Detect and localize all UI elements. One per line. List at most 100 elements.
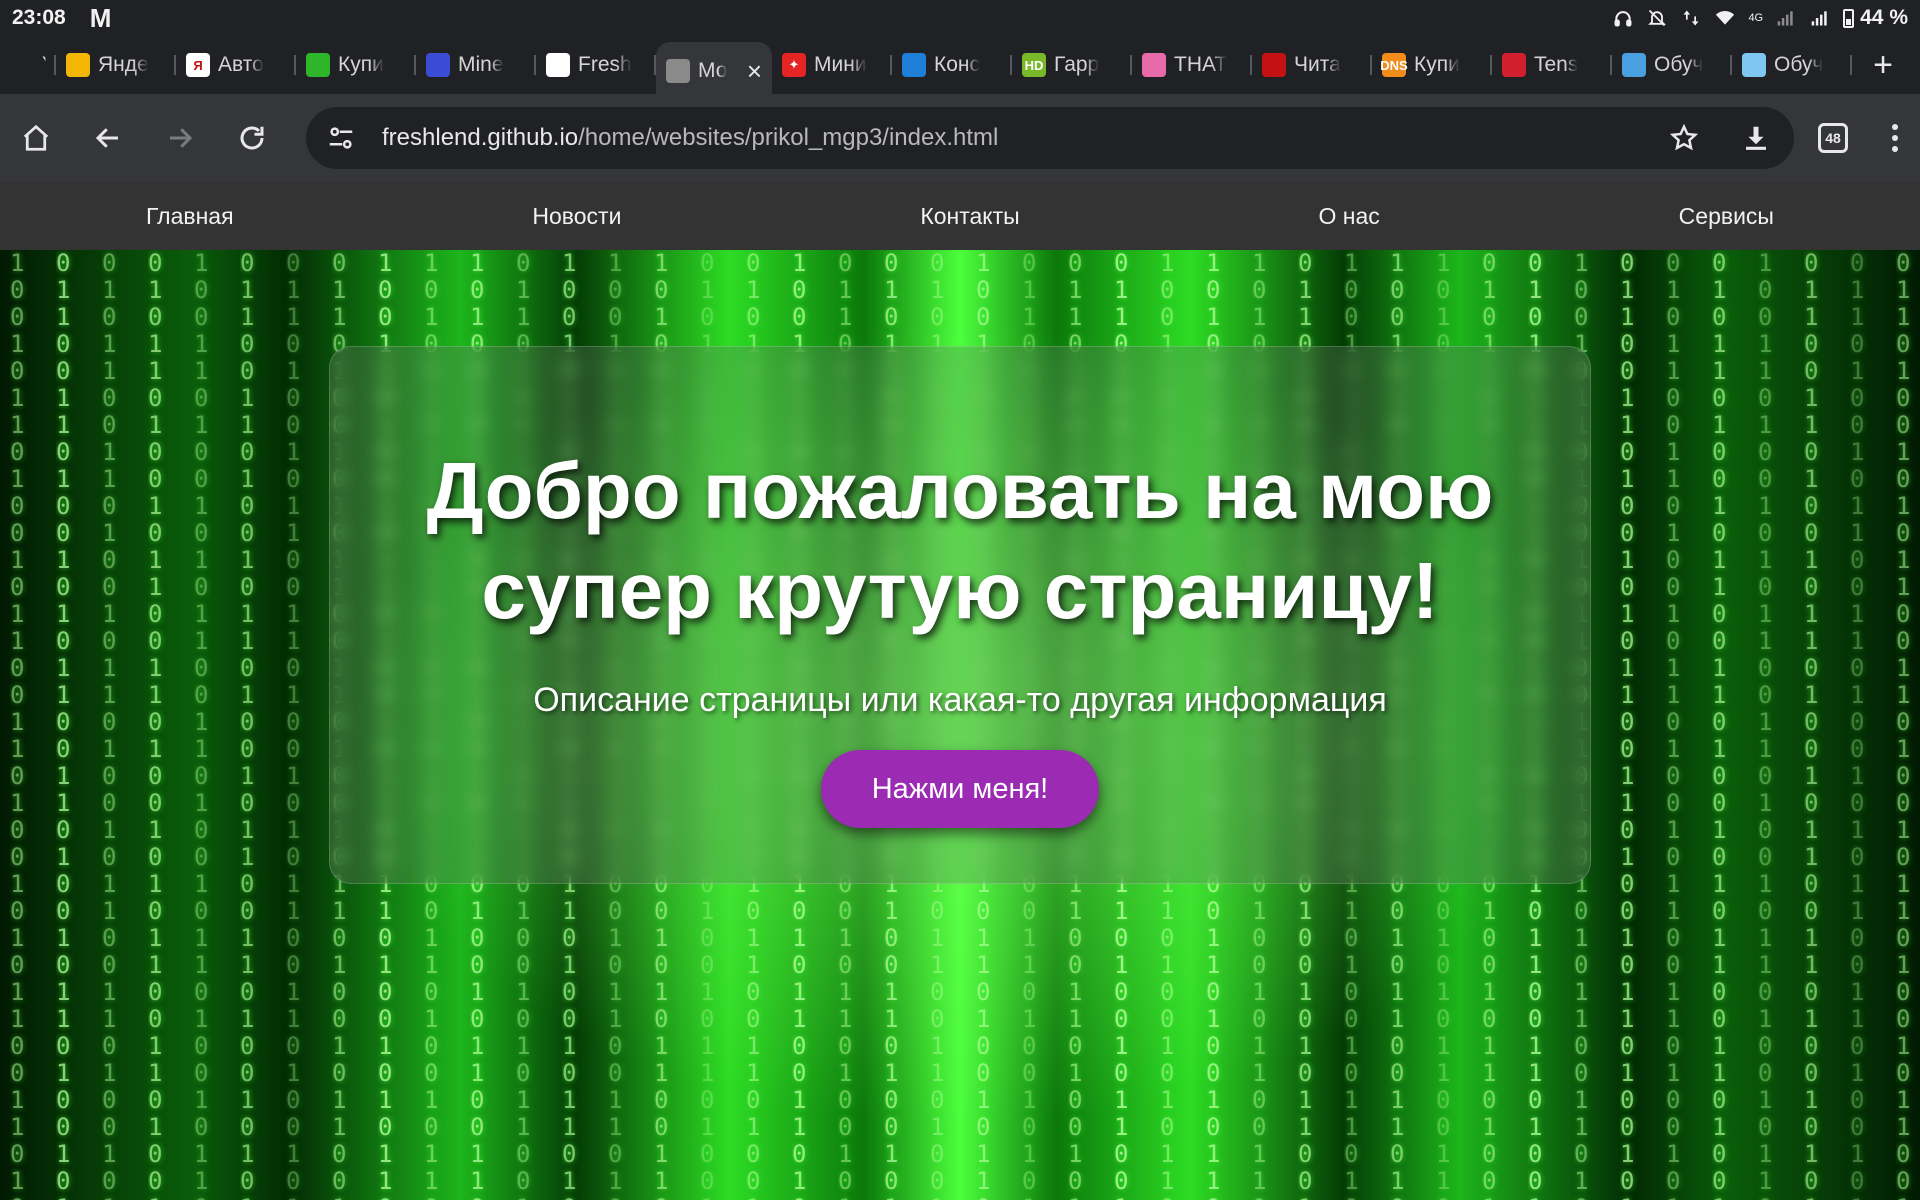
new-tab-icon[interactable]: + bbox=[1860, 42, 1906, 88]
notification-app-icon: M bbox=[89, 2, 112, 33]
bookmark-button[interactable] bbox=[1664, 118, 1704, 158]
matrix-rain-column: 100110100101011001101001011010010110 bbox=[194, 250, 209, 1200]
hero-card: Добро пожаловать на мою супер крутую стр… bbox=[329, 346, 1591, 884]
tab-label: Mine bbox=[458, 53, 504, 76]
tab-label: Купи bbox=[338, 53, 384, 76]
tab-favicon-icon: DNS bbox=[1380, 53, 1408, 77]
tab[interactable]: Fresh bbox=[536, 42, 656, 88]
matrix-rain-column: 011001101001011010010110011010010101 bbox=[1804, 250, 1819, 1200]
battery-percent: 44 % bbox=[1860, 6, 1908, 29]
tab-active[interactable]: Мо × bbox=[656, 42, 772, 94]
nav-link-news[interactable]: Новости bbox=[532, 203, 621, 230]
tab-favicon-icon: Я bbox=[186, 53, 210, 77]
tab[interactable]: YCh bbox=[0, 42, 56, 88]
tab-favicon-icon bbox=[1622, 53, 1646, 77]
address-bar[interactable]: freshlend.github.io/home/websites/prikol… bbox=[306, 107, 1794, 169]
reload-button[interactable] bbox=[230, 116, 274, 160]
forward-button[interactable] bbox=[158, 116, 202, 160]
signal-icon-1 bbox=[1775, 8, 1797, 28]
tab[interactable]: Я Авто bbox=[176, 42, 296, 88]
tab-favicon-icon bbox=[1742, 53, 1766, 77]
tab[interactable]: DNS Купи bbox=[1372, 42, 1492, 88]
browser-toolbar: freshlend.github.io/home/websites/prikol… bbox=[0, 94, 1920, 182]
tab-label: Конс bbox=[934, 53, 981, 76]
tab-label: Мо bbox=[698, 59, 728, 82]
hero-cta-button[interactable]: Нажми меня! bbox=[821, 750, 1099, 828]
matrix-rain-column: 010110011010010110100101100110100101 bbox=[1666, 250, 1681, 1200]
tab-strip: YCh Янде Я Авто Купи Mine Fresh Мо × ✦ Мини Конс HD Г… bbox=[0, 36, 1920, 94]
tab-favicon-icon bbox=[426, 53, 450, 77]
data-transfer-icon bbox=[1680, 8, 1702, 28]
nav-link-services[interactable]: Сервисы bbox=[1679, 203, 1774, 230]
matrix-rain-column: 010110100101100110100101011001101001 bbox=[148, 250, 163, 1200]
back-arrow-icon bbox=[95, 128, 118, 148]
tab-label: Купи bbox=[1414, 53, 1460, 76]
download-icon bbox=[1746, 126, 1766, 150]
matrix-rain-column: 011001101001010110011010010110100101 bbox=[56, 250, 71, 1200]
download-button[interactable] bbox=[1736, 118, 1776, 158]
menu-dots-icon[interactable] bbox=[1892, 124, 1898, 152]
nav-link-contacts[interactable]: Контакты bbox=[920, 203, 1019, 230]
tab[interactable]: Купи bbox=[296, 42, 416, 88]
tab-close-icon[interactable]: × bbox=[747, 56, 762, 87]
site-info-icon[interactable] bbox=[326, 123, 356, 153]
tab-label: Tens bbox=[1534, 53, 1579, 76]
tab-label: YCh bbox=[42, 53, 46, 77]
tab[interactable]: Конс bbox=[892, 42, 1012, 88]
nav-link-home[interactable]: Главная bbox=[146, 203, 234, 230]
tab-label: Авто bbox=[218, 53, 264, 76]
tab-favicon-icon bbox=[306, 53, 330, 77]
matrix-rain-column: 100101101001011001101001010110011010 bbox=[10, 250, 25, 1200]
url-host: freshlend.github.io bbox=[382, 124, 579, 151]
tab[interactable]: THAT bbox=[1132, 42, 1252, 88]
tab-switcher-button[interactable]: 48 bbox=[1818, 123, 1848, 153]
tab-favicon-icon bbox=[666, 59, 690, 83]
matrix-rain-column: 011010010110011010010101100110100101 bbox=[286, 250, 301, 1200]
nav-link-about[interactable]: О нас bbox=[1319, 203, 1380, 230]
matrix-rain-column: 011001101001011010010110011010010101 bbox=[240, 250, 255, 1200]
status-time: 23:08 bbox=[12, 6, 66, 29]
tab[interactable]: ✦ Мини bbox=[772, 42, 892, 88]
tab[interactable]: Янде bbox=[56, 42, 176, 88]
site-navigation: Главная Новости Контакты О нас Сервисы bbox=[0, 182, 1920, 250]
tab[interactable]: HD Гарр bbox=[1012, 42, 1132, 88]
bell-off-icon bbox=[1646, 8, 1668, 28]
home-button[interactable] bbox=[14, 116, 58, 160]
hero-subtitle: Описание страницы или какая-то другая ин… bbox=[533, 681, 1387, 719]
status-bar: 23:08 M 4G 44 % bbox=[0, 0, 1920, 36]
battery-indicator: 44 % bbox=[1843, 6, 1908, 30]
reload-icon bbox=[240, 126, 264, 150]
matrix-rain-column: 100110100101011001101001011010010110 bbox=[1758, 250, 1773, 1200]
tab-favicon-icon: ✦ bbox=[782, 53, 806, 77]
tab-favicon-icon: HD bbox=[1022, 53, 1046, 77]
tab[interactable]: Чита bbox=[1252, 42, 1372, 88]
tab-favicon-icon bbox=[1502, 53, 1526, 77]
tab[interactable] bbox=[1906, 42, 1920, 88]
url-path: /home/websites/prikol_mgp3/index.html bbox=[578, 124, 999, 151]
tab[interactable]: Обуч bbox=[1612, 42, 1732, 88]
back-button[interactable] bbox=[86, 116, 130, 160]
tab[interactable]: Mine bbox=[416, 42, 536, 88]
matrix-rain-column: 011010010101100110100101101001011001 bbox=[1896, 250, 1911, 1200]
tab[interactable]: Tens bbox=[1492, 42, 1612, 88]
matrix-rain-column: 011010010110011010010101100110100101 bbox=[1850, 250, 1865, 1200]
tab-favicon-icon bbox=[1262, 53, 1286, 77]
tab-label: Fresh bbox=[578, 53, 632, 76]
network-type-label: 4G bbox=[1748, 12, 1764, 24]
battery-icon bbox=[1843, 8, 1855, 28]
tab-favicon-icon bbox=[66, 53, 90, 77]
tab-favicon-icon bbox=[10, 53, 34, 77]
wifi-icon bbox=[1714, 8, 1736, 28]
tab[interactable]: Обуч bbox=[1732, 42, 1852, 88]
headphones-icon bbox=[1612, 8, 1634, 28]
star-icon bbox=[1669, 123, 1699, 151]
matrix-rain-column: 010110100101100110100101011001101001 bbox=[1712, 250, 1727, 1200]
tab-favicon-icon bbox=[1142, 53, 1166, 77]
web-page: Главная Новости Контакты О нас Сервисы 1… bbox=[0, 182, 1920, 1200]
tab-label: Гарр bbox=[1054, 53, 1100, 76]
tab-favicon-icon bbox=[1916, 53, 1920, 77]
tab-favicon-icon bbox=[546, 53, 570, 77]
forward-arrow-icon bbox=[170, 128, 193, 148]
tab-favicon-icon bbox=[902, 53, 926, 77]
url-text[interactable]: freshlend.github.io/home/websites/prikol… bbox=[382, 124, 1632, 152]
